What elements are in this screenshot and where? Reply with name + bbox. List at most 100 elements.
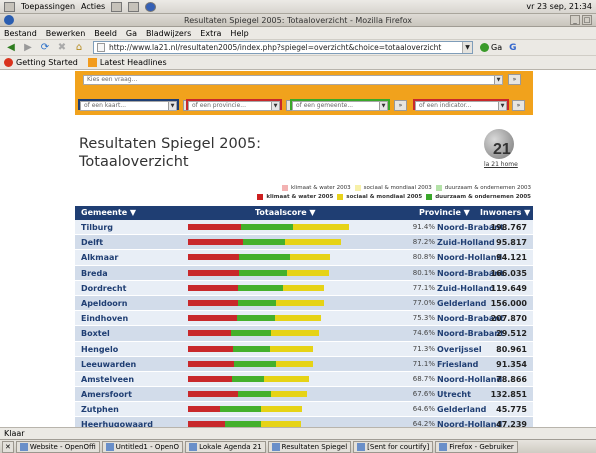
menu-extra[interactable]: Extra	[200, 29, 221, 38]
legend-label: duurzaam & ondernemen 2005	[435, 193, 531, 200]
provincie-link[interactable]: Noord-Holland	[437, 375, 502, 384]
gemeente-link[interactable]: Apeldoorn	[81, 299, 127, 308]
table-row[interactable]: Boxtel 74.6% Noord-Brabant 29.512	[75, 326, 533, 342]
provincie-link[interactable]: Zuid-Holland	[437, 284, 495, 293]
taskbar-window-button[interactable]: Resultaten Spiegel	[267, 440, 352, 453]
home-icon[interactable]: ⌂	[72, 41, 86, 54]
reload-icon[interactable]: ⟳	[38, 41, 52, 54]
question-select[interactable]: Kies een vraag... ▼	[83, 75, 503, 85]
table-row[interactable]: Zutphen 64.6% Gelderland 45.775	[75, 402, 533, 418]
minimize-button[interactable]: _	[570, 15, 580, 25]
score-segment-klimaat	[188, 330, 232, 337]
provincie-link[interactable]: Friesland	[437, 360, 478, 369]
gemeente-link[interactable]: Eindhoven	[81, 314, 128, 323]
bookmark-getting-started[interactable]: Getting Started	[4, 58, 78, 67]
gemeente-go-button[interactable]: »	[394, 100, 407, 111]
url-dropdown-icon[interactable]: ▼	[462, 42, 472, 53]
gemeente-link[interactable]: Delft	[81, 238, 103, 247]
show-desktop-button[interactable]: ✕	[2, 440, 14, 453]
menu-ga[interactable]: Ga	[126, 29, 137, 38]
menu-bestand[interactable]: Bestand	[4, 29, 37, 38]
score-percentage: 64.6%	[412, 405, 435, 414]
score-bar	[188, 375, 309, 382]
la21-logo[interactable]: 21 la 21 home	[475, 129, 529, 173]
gemeente-link[interactable]: Dordrecht	[81, 284, 126, 293]
score-percentage: 80.1%	[412, 268, 435, 277]
go-button[interactable]: Ga	[480, 43, 502, 52]
table-row[interactable]: Hengelo 71.3% Overijssel 80.961	[75, 341, 533, 357]
taskbar-window-label: [Sent for courtify]	[367, 442, 430, 451]
table-row[interactable]: Breda 80.1% Noord-Brabant 166.035	[75, 265, 533, 281]
taskbar-window-label: Untitled1 - OpenO	[115, 442, 180, 451]
gemeente-link[interactable]: Zutphen	[81, 405, 119, 414]
bookmark-latest-headlines[interactable]: Latest Headlines	[87, 58, 167, 67]
provincie-link[interactable]: Gelderland	[437, 405, 486, 414]
forward-arrow-icon[interactable]: ▶	[21, 41, 35, 54]
search-engine-icon[interactable]: G	[509, 43, 516, 53]
rss-feed-icon	[87, 58, 97, 67]
menu-beeld[interactable]: Beeld	[94, 29, 117, 38]
actions-menu[interactable]: Acties	[81, 2, 105, 11]
table-row[interactable]: Amersfoort 67.6% Utrecht 132.851	[75, 387, 533, 403]
gemeente-link[interactable]: Breda	[81, 269, 108, 278]
sort-inwoners[interactable]: Inwoners ▼	[480, 208, 530, 217]
gemeente-link[interactable]: Tilburg	[81, 223, 113, 232]
gemeente-link[interactable]: Amstelveen	[81, 375, 134, 384]
taskbar-window-button[interactable]: [Sent for courtify]	[353, 440, 434, 453]
menu-bladwijzers[interactable]: Bladwijzers	[146, 29, 191, 38]
provincie-link[interactable]: Overijssel	[437, 345, 482, 354]
firefox-launcher-icon[interactable]	[145, 1, 157, 12]
kaart-select[interactable]: of een kaart... ▼	[80, 101, 177, 111]
score-bar	[188, 239, 342, 246]
menu-bewerken[interactable]: Bewerken	[46, 29, 86, 38]
applications-menu[interactable]: Toepassingen	[21, 2, 75, 11]
score-percentage: 77.1%	[412, 283, 435, 292]
gemeente-link[interactable]: Alkmaar	[81, 253, 118, 262]
launcher-icon[interactable]	[111, 1, 123, 12]
address-bar[interactable]: http://www.la21.nl/resultaten2005/index.…	[93, 41, 473, 54]
provincie-link[interactable]: Zuid-Holland	[437, 238, 495, 247]
provincie-link[interactable]: Utrecht	[437, 390, 471, 399]
table-row[interactable]: Amstelveen 68.7% Noord-Holland 78.866	[75, 371, 533, 388]
indicator-go-button[interactable]: »	[512, 100, 525, 111]
clock[interactable]: vr 23 sep, 21:34	[526, 2, 592, 11]
menu-help[interactable]: Help	[230, 29, 248, 38]
provincie-link[interactable]: Noord-Brabant	[437, 329, 504, 338]
gemeente-link[interactable]: Hengelo	[81, 345, 118, 354]
foot-icon[interactable]	[4, 1, 15, 12]
back-arrow-icon[interactable]: ◀	[4, 41, 18, 54]
gemeente-link[interactable]: Amersfoort	[81, 390, 132, 399]
maximize-button[interactable]: □	[582, 15, 592, 25]
launcher-icon-2[interactable]	[128, 1, 140, 12]
window-icon	[19, 442, 28, 451]
table-row[interactable]: Apeldoorn 77.0% Gelderland 156.000	[75, 295, 533, 312]
taskbar-window-button[interactable]: Untitled1 - OpenO	[101, 440, 184, 453]
table-row[interactable]: Tilburg 91.4% Noord-Brabant 198.767	[75, 220, 533, 236]
taskbar-window-button[interactable]: Website - OpenOffi	[15, 440, 100, 453]
gemeente-select[interactable]: of een gemeente... ▼	[292, 101, 388, 111]
score-segment-klimaat	[188, 239, 244, 246]
score-segment-duurzaam	[237, 315, 276, 322]
sort-provincie[interactable]: Provincie ▼	[419, 208, 470, 217]
question-go-button[interactable]: »	[508, 74, 521, 85]
table-row[interactable]: Dordrecht 77.1% Zuid-Holland 119.649	[75, 280, 533, 296]
sort-totaalscore[interactable]: Totaalscore ▼	[255, 208, 316, 217]
gemeente-link[interactable]: Boxtel	[81, 329, 110, 338]
table-row[interactable]: Alkmaar 80.8% Noord-Holland 94.121	[75, 250, 533, 266]
page-title-line2: Totaaloverzicht	[79, 154, 189, 170]
table-row[interactable]: Eindhoven 75.3% Noord-Brabant 207.870	[75, 311, 533, 327]
table-row[interactable]: Heerhugowaard 64.2% Noord-Holland 47.239	[75, 417, 533, 427]
provincie-select[interactable]: of een provincie... ▼	[188, 101, 280, 111]
provincie-link[interactable]: Gelderland	[437, 299, 486, 308]
gemeente-link[interactable]: Leeuwarden	[81, 360, 136, 369]
table-row[interactable]: Leeuwarden 71.1% Friesland 91.354	[75, 356, 533, 372]
table-row[interactable]: Delft 87.2% Zuid-Holland 95.817	[75, 235, 533, 251]
la21-home-link[interactable]: la 21 home	[484, 161, 518, 168]
taskbar-window-button[interactable]: Lokale Agenda 21	[185, 440, 266, 453]
taskbar-window-button[interactable]: Firefox - Gebruiker	[435, 440, 518, 453]
indicator-select[interactable]: of een indicator... ▼	[415, 101, 507, 111]
stop-icon[interactable]: ✖	[55, 41, 69, 54]
chevron-down-icon: ▼	[168, 102, 176, 110]
sort-gemeente[interactable]: Gemeente ▼	[81, 208, 136, 217]
provincie-link[interactable]: Noord-Holland	[437, 253, 502, 262]
